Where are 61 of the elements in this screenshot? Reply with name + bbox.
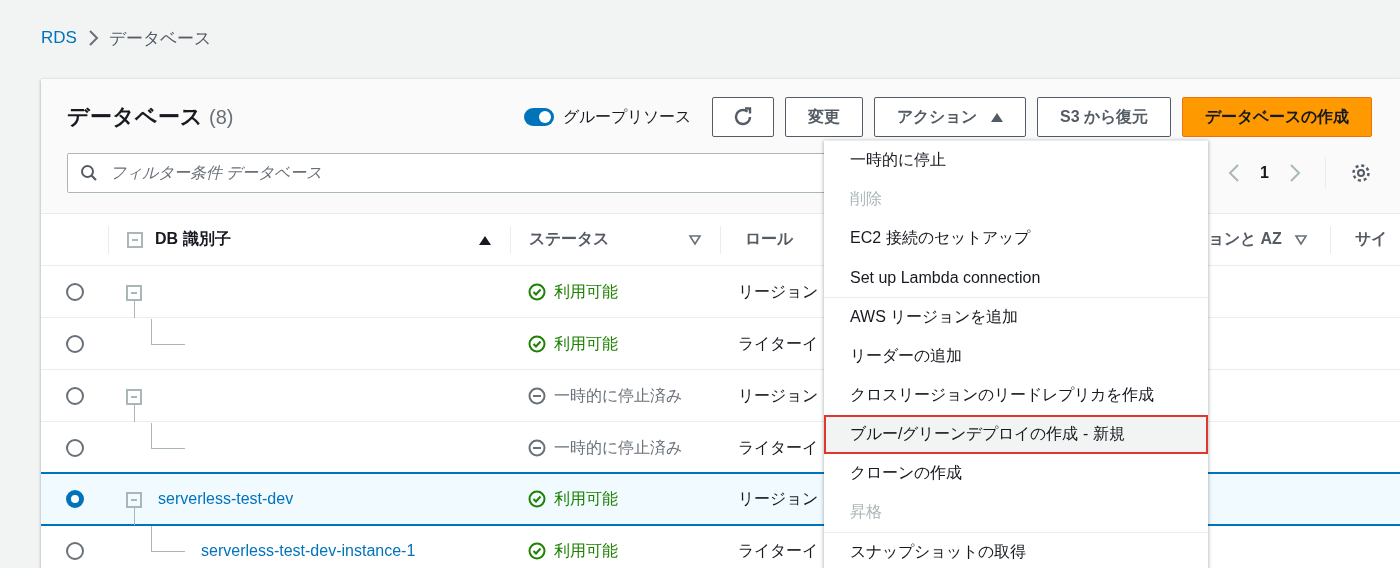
tree-line	[151, 423, 185, 449]
db-identifier-link[interactable]: serverless-test-dev	[158, 490, 294, 508]
menu-item[interactable]: クロスリージョンのリードレプリカを作成	[824, 376, 1208, 415]
role-text: リージョン	[738, 488, 818, 509]
minus-circle-icon	[528, 387, 546, 405]
row-radio[interactable]	[65, 335, 84, 353]
row-radio[interactable]	[65, 490, 84, 508]
status-text: 利用可能	[554, 281, 618, 302]
settings-icon[interactable]	[1350, 162, 1372, 184]
row-radio[interactable]	[65, 439, 84, 457]
column-header[interactable]: DB 識別子	[155, 229, 231, 250]
panel-title: データベース	[67, 103, 203, 131]
search-icon	[80, 164, 98, 182]
tree-line	[151, 526, 185, 552]
status-text: 一時的に停止済み	[554, 385, 682, 406]
role-text: リージョン	[738, 385, 818, 406]
refresh-button[interactable]	[712, 97, 774, 137]
sort-icon[interactable]	[688, 233, 702, 246]
menu-item[interactable]: EC2 接続のセットアップ	[824, 219, 1208, 258]
breadcrumb-link[interactable]: RDS	[41, 28, 77, 48]
column-header[interactable]: ョンと AZ	[1208, 229, 1282, 250]
status-text: 一時的に停止済み	[554, 437, 682, 458]
row-radio[interactable]	[65, 283, 84, 301]
role-text: ライターイ	[738, 437, 818, 458]
menu-item[interactable]: スナップショットの取得	[824, 533, 1208, 568]
group-resources-toggle[interactable]	[524, 108, 554, 126]
tree-line	[151, 319, 185, 345]
check-circle-icon	[528, 490, 546, 508]
sort-icon[interactable]	[1293, 233, 1308, 246]
row-radio[interactable]	[65, 542, 84, 560]
menu-item[interactable]: AWS リージョンを追加	[824, 298, 1208, 337]
check-circle-icon	[528, 335, 546, 353]
breadcrumb-current: データベース	[108, 27, 211, 50]
action-button[interactable]: S3 から復元	[1037, 97, 1171, 137]
menu-item[interactable]: リーダーの追加	[824, 337, 1208, 376]
status-text: 利用可能	[554, 333, 618, 354]
create-database-button[interactable]: データベースの作成	[1182, 97, 1372, 137]
menu-item[interactable]: ブルー/グリーンデプロイの作成 - 新規	[824, 415, 1208, 454]
db-identifier-link[interactable]: serverless-test-dev-instance-1	[201, 542, 416, 560]
caret-icon	[991, 112, 1003, 122]
row-radio[interactable]	[65, 387, 84, 405]
chevron-right-icon	[86, 29, 99, 47]
toggle-label: グループリソース	[563, 106, 691, 127]
role-text: リージョン	[738, 281, 818, 302]
menu-item[interactable]: 一時的に停止	[824, 141, 1208, 180]
menu-item[interactable]: Set up Lambda connection	[824, 258, 1208, 297]
page-number[interactable]: 1	[1260, 164, 1269, 182]
action-button[interactable]: 変更	[785, 97, 863, 137]
actions-dropdown-button[interactable]: アクション	[874, 97, 1026, 137]
minus-circle-icon	[528, 439, 546, 457]
role-text: ライターイ	[738, 333, 818, 354]
column-header[interactable]: ロール	[745, 229, 793, 250]
check-circle-icon	[528, 283, 546, 301]
menu-item[interactable]: クローンの作成	[824, 454, 1208, 493]
column-header[interactable]: サイ	[1355, 229, 1387, 250]
status-text: 利用可能	[554, 540, 618, 561]
role-text: ライターイ	[738, 540, 818, 561]
check-circle-icon	[528, 542, 546, 560]
column-header[interactable]: ステータス	[529, 229, 609, 250]
database-count: (8)	[209, 105, 234, 129]
status-text: 利用可能	[554, 488, 618, 509]
